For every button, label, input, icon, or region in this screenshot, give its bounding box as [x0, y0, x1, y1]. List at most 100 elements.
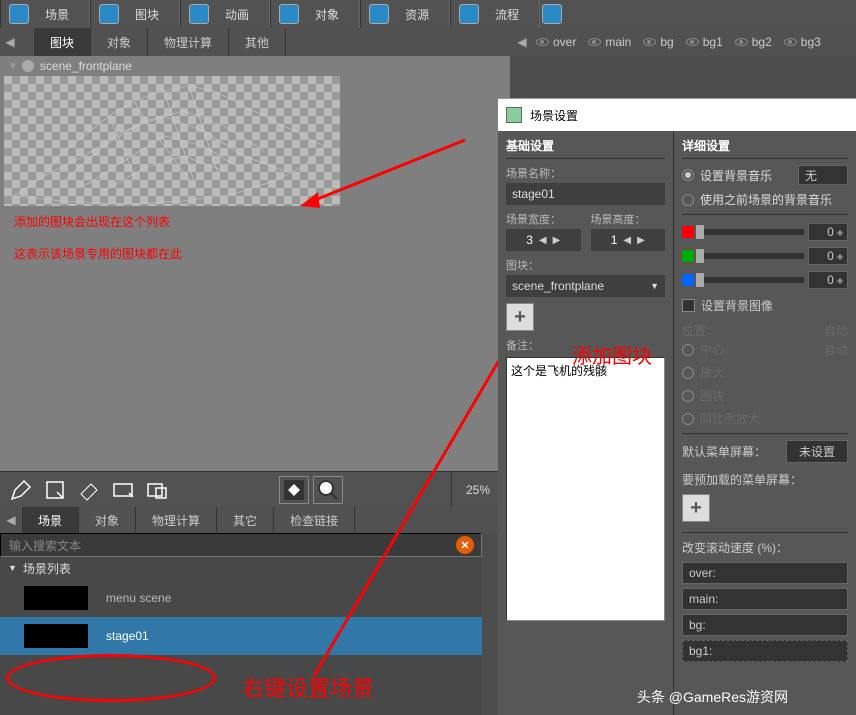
center-radio[interactable] [682, 344, 694, 356]
bgimg-check[interactable] [682, 299, 695, 312]
layer-over[interactable]: over [530, 35, 582, 49]
tree-collapse-icon: ▼ [8, 61, 18, 72]
lowertab-checklinks[interactable]: 检查链接 [274, 507, 355, 533]
layer-bg2[interactable]: bg2 [729, 35, 778, 49]
watermark: 头条 @GameRes游资网 [629, 685, 796, 709]
canvas-tools: 25% [0, 471, 510, 507]
blue-slider[interactable] [698, 277, 804, 283]
width-label: 场景宽度： [506, 211, 581, 227]
lower-tabs: ◀ 场景 对象 物理计算 其它 检查链接 [0, 507, 510, 533]
height-spinner[interactable]: 1◀▶ [591, 229, 666, 251]
collapse-icon: ▼ [8, 563, 17, 573]
move-tool[interactable] [142, 476, 172, 504]
eye-icon [784, 38, 797, 46]
layers-prev[interactable]: ◀ [514, 35, 530, 49]
toolbar-animation[interactable]: 动画 [180, 0, 270, 28]
prevbgm-radio[interactable] [682, 194, 694, 206]
tile-preview[interactable] [4, 76, 340, 206]
red-value[interactable]: 0◆ [808, 223, 848, 241]
tile-label: 图块： [506, 257, 665, 273]
layer-bg3[interactable]: bg3 [778, 35, 827, 49]
tile-radio[interactable] [682, 390, 694, 402]
green-slider[interactable] [698, 253, 804, 259]
lowertab-other[interactable]: 其它 [217, 507, 274, 533]
zoom-level: 25% [451, 472, 504, 507]
dialog-titlebar[interactable]: 场景设置 [498, 99, 856, 131]
eye-icon [643, 38, 656, 46]
prevbgm-label: 使用之前场景的背景音乐 [700, 191, 832, 208]
lowertab-scene[interactable]: 场景 [22, 507, 79, 533]
select-tool[interactable] [40, 476, 70, 504]
scene-thumb [24, 586, 88, 610]
layer-main[interactable]: main [582, 35, 637, 49]
basic-settings-panel: 基础设置 场景名称： stage01 场景宽度： 3◀▶ 场景高度： 1◀▶ 图… [498, 131, 674, 715]
layer-bg[interactable]: bg: [682, 614, 848, 636]
lowertab-object[interactable]: 对象 [79, 507, 136, 533]
eraser-tool[interactable] [74, 476, 104, 504]
toolbar-tile[interactable]: 图块 [90, 0, 180, 28]
toolbar-resource[interactable]: 资源 [360, 0, 450, 28]
dialog-title: 场景设置 [530, 107, 578, 124]
prop-radio[interactable] [682, 413, 694, 425]
search-input[interactable]: 输入搜索文本 [0, 533, 482, 557]
layer-bg[interactable]: bg [637, 35, 679, 49]
toolbar-object[interactable]: 对象 [270, 0, 360, 28]
red-swatch [682, 226, 694, 238]
note-textarea[interactable]: 这个是飞机的残骸 [506, 357, 665, 621]
annotation-text-2: 右键设置场景 [242, 671, 374, 703]
annotation-text-3: 添加图块 [572, 340, 652, 369]
scene-header[interactable]: ▼ scene_frontplane [0, 56, 510, 76]
add-tile-button[interactable]: + [506, 303, 534, 331]
bgm-radio[interactable] [682, 169, 694, 181]
scene-name-label: 场景名称： [506, 165, 665, 181]
basic-header: 基础设置 [506, 137, 665, 159]
magnify-tool[interactable] [313, 476, 343, 504]
scene-name: scene_frontplane [40, 59, 132, 73]
bgm-dropdown[interactable]: 无 [798, 165, 848, 185]
defaultmenu-button[interactable]: 未设置 [786, 440, 848, 463]
scene-icon [22, 60, 34, 72]
eye-icon [536, 38, 549, 46]
pencil-tool[interactable] [6, 476, 36, 504]
eye-icon [735, 38, 748, 46]
layer-bg1[interactable]: bg1 [680, 35, 729, 49]
scene-list: ▼ 场景列表 menu scene stage01 [0, 557, 482, 715]
swap-tool[interactable] [279, 476, 309, 504]
red-slider[interactable] [698, 229, 804, 235]
layer-main[interactable]: main: [682, 588, 848, 610]
layer-bg1[interactable]: bg1: [682, 640, 848, 662]
subtab-tile[interactable]: 图块 [34, 28, 91, 56]
height-label: 场景高度： [591, 211, 666, 227]
subtab-other[interactable]: 其他 [229, 28, 286, 56]
scene-settings-dialog: 场景设置 基础设置 场景名称： stage01 场景宽度： 3◀▶ 场景高度： … [498, 98, 856, 715]
scene-item-label: menu scene [106, 591, 171, 605]
subtab-physics[interactable]: 物理计算 [148, 28, 229, 56]
lowertab-physics[interactable]: 物理计算 [136, 507, 217, 533]
green-value[interactable]: 0◆ [808, 247, 848, 265]
scene-list-item[interactable]: menu scene [0, 579, 482, 617]
blue-swatch [682, 274, 694, 286]
detail-settings-panel: 详细设置 设置背景音乐 无 使用之前场景的背景音乐 0◆ 0◆ 0◆ 设置背景图… [674, 131, 856, 715]
dialog-icon [506, 107, 522, 123]
scene-list-header[interactable]: ▼ 场景列表 [0, 557, 482, 579]
zoom-radio[interactable] [682, 367, 694, 379]
tile-dropdown[interactable]: scene_frontplane▼ [506, 275, 665, 297]
width-spinner[interactable]: 3◀▶ [506, 229, 581, 251]
search-clear-button[interactable]: ✕ [456, 536, 474, 554]
rect-tool[interactable] [108, 476, 138, 504]
blue-value[interactable]: 0◆ [808, 271, 848, 289]
eye-icon [686, 38, 699, 46]
subtab-object[interactable]: 对象 [91, 28, 148, 56]
scroll-label: 改变滚动速度 (%)： [682, 539, 848, 556]
scene-list-item-selected[interactable]: stage01 [0, 617, 482, 655]
toolbar-flow[interactable]: 流程 [450, 0, 540, 28]
tabs-prev[interactable]: ◀ [0, 35, 20, 49]
layer-visibility-bar: ◀ over main bg bg1 bg2 bg3 [508, 28, 856, 56]
layer-over[interactable]: over: [682, 562, 848, 584]
bgm-label: 设置背景音乐 [700, 167, 772, 184]
scene-thumb [24, 624, 88, 648]
annotation-text-1: 添加的图块会出现在这个列表 这表示该场景专用的图块都在此 [14, 206, 182, 270]
toolbar-scene[interactable]: 场景 [0, 0, 90, 28]
add-preload-button[interactable]: + [682, 494, 710, 522]
scene-name-field[interactable]: stage01 [506, 183, 665, 205]
